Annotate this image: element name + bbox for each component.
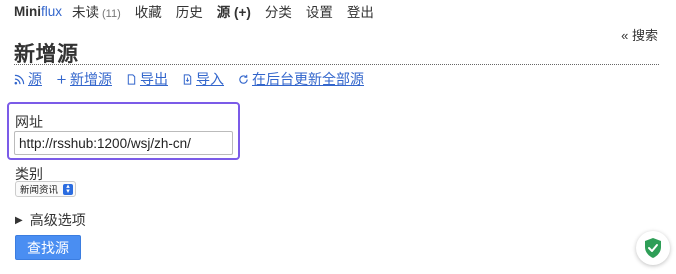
url-label: 网址	[15, 114, 43, 130]
sub-menu-export-label: 导出	[140, 71, 168, 87]
shield-check-icon	[645, 238, 661, 258]
top-nav: Miniflux 未读 (11) 收藏 历史 源 (+) 分类 设置 登出	[14, 1, 388, 21]
advanced-options-label: 高级选项	[29, 212, 86, 228]
sub-menu-export-link[interactable]: 导出	[126, 69, 168, 89]
nav-item-logout[interactable]: 登出	[347, 1, 374, 21]
disclosure-triangle-icon: ▶	[15, 214, 23, 226]
logo[interactable]: Miniflux	[14, 4, 62, 19]
nav-item-unread-label: 未读	[72, 5, 100, 20]
select-stepper-icon: ▴ ▾	[63, 183, 74, 195]
url-input[interactable]	[14, 131, 233, 155]
sub-menu-feeds-label: 源	[28, 71, 42, 87]
sub-menu-refresh-all-label: 在后台更新全部源	[252, 71, 364, 87]
sub-menu-add-feed-label: 新增源	[70, 71, 112, 87]
sub-menu-refresh-all-link[interactable]: 在后台更新全部源	[238, 69, 364, 89]
sub-menu-feeds-link[interactable]: 源	[14, 69, 42, 89]
title-divider	[14, 64, 659, 65]
nav-item-starred[interactable]: 收藏	[135, 1, 162, 21]
advanced-options-toggle[interactable]: ▶ 高级选项	[15, 210, 86, 230]
import-icon	[182, 73, 193, 85]
logo-mini-text: Mini	[14, 3, 41, 19]
sub-menu-import-link[interactable]: 导入	[182, 69, 224, 89]
category-select-value: 新闻资讯	[20, 185, 59, 196]
nav-item-categories[interactable]: 分类	[265, 1, 292, 21]
nav-item-settings[interactable]: 设置	[306, 1, 333, 21]
refresh-icon	[238, 74, 249, 85]
rss-icon	[14, 74, 25, 85]
nav-item-unread[interactable]: 未读 (11)	[72, 1, 121, 21]
sub-menu-import-label: 导入	[196, 71, 224, 87]
export-icon	[126, 73, 137, 85]
nav-item-feeds[interactable]: 源 (+)	[217, 1, 251, 21]
find-feed-button[interactable]: 查找源	[15, 235, 81, 260]
sub-menu: 源 新增源 导出 导入 在后台更新全部源	[14, 69, 378, 89]
logo-flux-text: flux	[41, 3, 63, 19]
security-extension-badge[interactable]	[636, 231, 670, 265]
unread-count-badge: (11)	[102, 8, 121, 20]
plus-icon	[56, 74, 67, 85]
search-toggle-link[interactable]: « 搜索	[621, 25, 658, 44]
category-select[interactable]: 新闻资讯 ▴ ▾	[15, 181, 77, 197]
sub-menu-add-feed-link[interactable]: 新增源	[56, 69, 112, 89]
nav-item-history[interactable]: 历史	[176, 1, 203, 21]
